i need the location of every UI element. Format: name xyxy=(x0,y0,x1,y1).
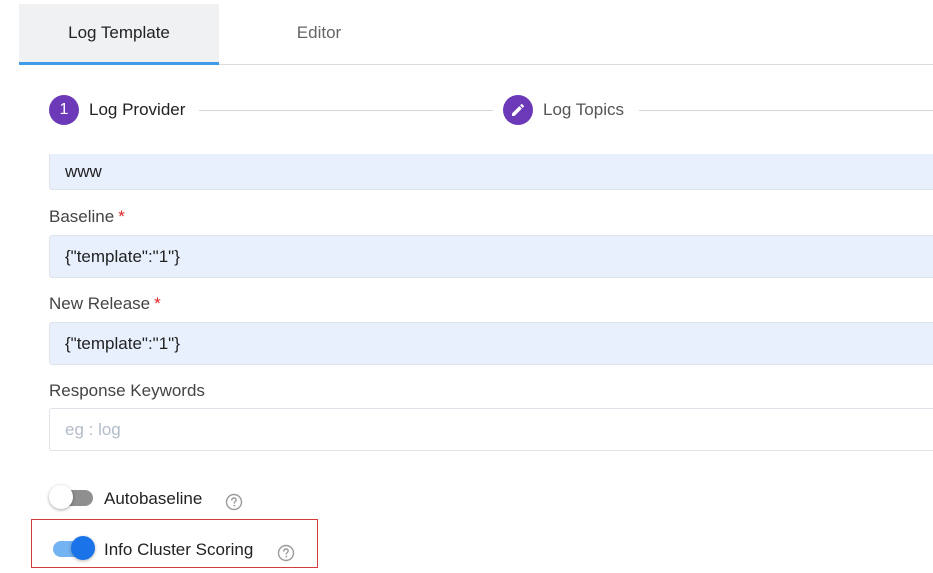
pencil-icon xyxy=(512,103,525,116)
question-circle-icon[interactable] xyxy=(225,493,243,511)
new-release-label-text: New Release xyxy=(49,294,151,313)
info-cluster-scoring-label: Info Cluster Scoring xyxy=(104,540,254,559)
new-release-input[interactable] xyxy=(49,322,933,365)
toggle-knob xyxy=(71,536,95,560)
info-cluster-scoring-toggle[interactable] xyxy=(49,536,95,560)
required-asterisk: * xyxy=(154,294,161,313)
step-1-label[interactable]: Log Provider xyxy=(89,95,185,125)
baseline-label-text: Baseline xyxy=(49,207,115,226)
autobaseline-toggle[interactable] xyxy=(49,485,95,509)
response-keywords-label: Response Keywords xyxy=(49,381,205,400)
question-circle-icon[interactable] xyxy=(277,544,295,562)
step-connector xyxy=(639,110,933,111)
step-connector xyxy=(199,110,493,111)
tab-editor[interactable]: Editor xyxy=(219,4,419,62)
autobaseline-label: Autobaseline xyxy=(104,489,203,508)
tab-bar: Log Template Editor xyxy=(19,4,933,65)
response-keywords-input[interactable] xyxy=(49,408,933,451)
step-1-number[interactable]: 1 xyxy=(49,95,79,125)
step-2-edit-button[interactable] xyxy=(503,95,533,125)
required-asterisk: * xyxy=(118,207,125,226)
toggle-knob xyxy=(49,485,73,509)
url-input[interactable] xyxy=(49,154,933,190)
stepper: 1 Log Provider Log Topics xyxy=(49,95,933,125)
tab-log-template[interactable]: Log Template xyxy=(19,4,219,65)
step-2-label[interactable]: Log Topics xyxy=(543,95,624,125)
baseline-input[interactable] xyxy=(49,235,933,278)
baseline-label: Baseline * xyxy=(49,207,125,227)
new-release-label: New Release * xyxy=(49,294,161,314)
